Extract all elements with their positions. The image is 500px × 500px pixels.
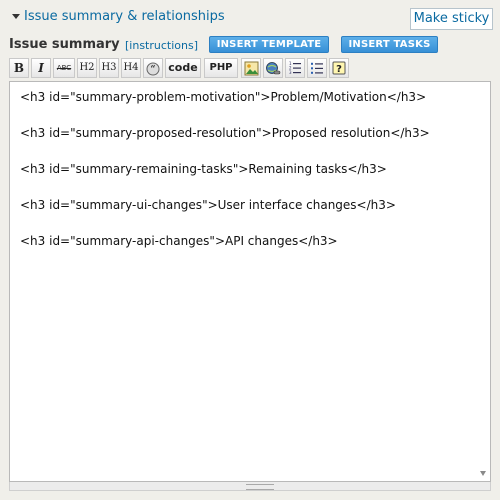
insert-template-button[interactable]: INSERT TEMPLATE (209, 36, 329, 53)
italic-icon: I (38, 61, 44, 75)
code-button[interactable]: code (165, 58, 201, 78)
ordered-list-icon: 1 2 3 (289, 61, 301, 75)
heading-4-button[interactable]: H4 (121, 58, 141, 78)
bold-button[interactable]: B (9, 58, 29, 78)
section-header: Issue summary & relationships Make stick… (0, 0, 500, 36)
unordered-list-button[interactable] (307, 58, 327, 78)
editor-line: <h3 id="summary-ui-changes">User interfa… (20, 198, 396, 212)
editor-line: <h3 id="summary-api-changes">API changes… (20, 234, 338, 248)
make-sticky-button[interactable]: Make sticky (410, 8, 493, 30)
php-icon: PHP (209, 62, 233, 73)
field-label: Issue summary (9, 37, 120, 52)
editor-line: <h3 id="summary-remaining-tasks">Remaini… (20, 162, 387, 176)
grip-icon (246, 484, 274, 490)
section-title-link[interactable]: Issue summary & relationships (24, 9, 225, 24)
php-button[interactable]: PHP (204, 58, 238, 78)
image-icon (244, 61, 258, 76)
heading-3-icon: H3 (101, 62, 117, 73)
link-icon (266, 62, 281, 75)
quote-button[interactable]: “ (143, 58, 163, 78)
help-icon: ? (332, 61, 346, 75)
heading-3-button[interactable]: H3 (99, 58, 119, 78)
strikethrough-button[interactable]: ABC (53, 58, 75, 78)
insert-image-button[interactable] (241, 58, 261, 78)
svg-text:“: “ (150, 65, 155, 75)
textarea-resize-handle[interactable] (9, 482, 491, 491)
italic-button[interactable]: I (31, 58, 51, 78)
issue-summary-textarea[interactable]: <h3 id="summary-problem-motivation">Prob… (9, 81, 491, 482)
heading-2-button[interactable]: H2 (77, 58, 97, 78)
resize-corner-icon[interactable] (478, 468, 488, 479)
editor-line: <h3 id="summary-proposed-resolution">Pro… (20, 126, 430, 140)
bold-icon: B (13, 61, 25, 75)
insert-link-button[interactable] (263, 58, 283, 78)
svg-text:?: ? (336, 64, 342, 75)
heading-4-icon: H4 (123, 62, 139, 73)
quote-icon: “ (146, 62, 160, 76)
svg-text:3: 3 (289, 70, 292, 75)
code-icon: code (168, 61, 198, 74)
unordered-list-icon (311, 62, 323, 74)
editor-line: <h3 id="summary-problem-motivation">Prob… (20, 90, 427, 104)
strikethrough-icon: ABC (56, 64, 72, 72)
insert-tasks-button[interactable]: INSERT TASKS (341, 36, 438, 53)
help-button[interactable]: ? (329, 58, 349, 78)
collapse-arrow-icon[interactable] (12, 14, 20, 19)
editor-toolbar: B I ABC H2 H3 H4 “ code PHP 1 2 3 ? (9, 58, 359, 80)
ordered-list-button[interactable]: 1 2 3 (285, 58, 305, 78)
instructions-link[interactable]: [instructions] (125, 39, 198, 52)
heading-2-icon: H2 (79, 62, 95, 73)
